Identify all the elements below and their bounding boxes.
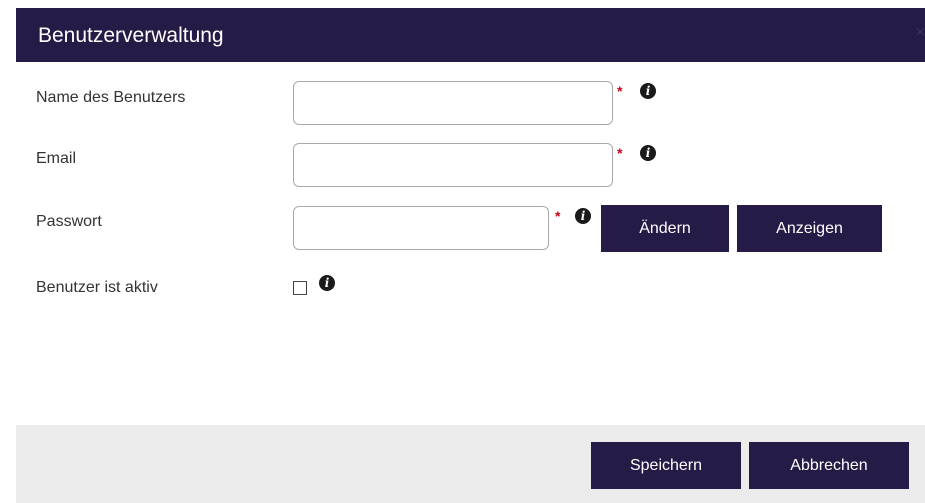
email-label: Email xyxy=(36,150,77,167)
password-input[interactable] xyxy=(293,206,549,250)
user-management-dialog: Benutzerverwaltung × Name des Benutzers … xyxy=(0,0,925,503)
save-button[interactable]: Speichern xyxy=(591,442,741,489)
email-input[interactable] xyxy=(293,143,613,187)
dialog-footer: Speichern Abbrechen xyxy=(16,425,925,503)
active-label: Benutzer ist aktiv xyxy=(36,279,158,296)
info-icon[interactable]: i xyxy=(319,275,335,291)
email-required-mark: * xyxy=(617,145,623,161)
name-input[interactable] xyxy=(293,81,613,125)
cancel-button[interactable]: Abbrechen xyxy=(749,442,909,489)
info-icon[interactable]: i xyxy=(575,208,591,224)
dialog-titlebar: Benutzerverwaltung × xyxy=(16,8,925,62)
password-required-mark: * xyxy=(555,208,561,224)
name-label: Name des Benutzers xyxy=(36,89,186,106)
name-required-mark: * xyxy=(617,83,623,99)
dialog-title: Benutzerverwaltung xyxy=(38,24,224,47)
close-icon[interactable]: × xyxy=(916,25,925,41)
show-password-button[interactable]: Anzeigen xyxy=(737,205,882,252)
password-label: Passwort xyxy=(36,213,102,230)
info-icon[interactable]: i xyxy=(640,83,656,99)
change-password-button[interactable]: Ändern xyxy=(601,205,729,252)
info-icon[interactable]: i xyxy=(640,145,656,161)
active-checkbox[interactable] xyxy=(293,281,307,295)
